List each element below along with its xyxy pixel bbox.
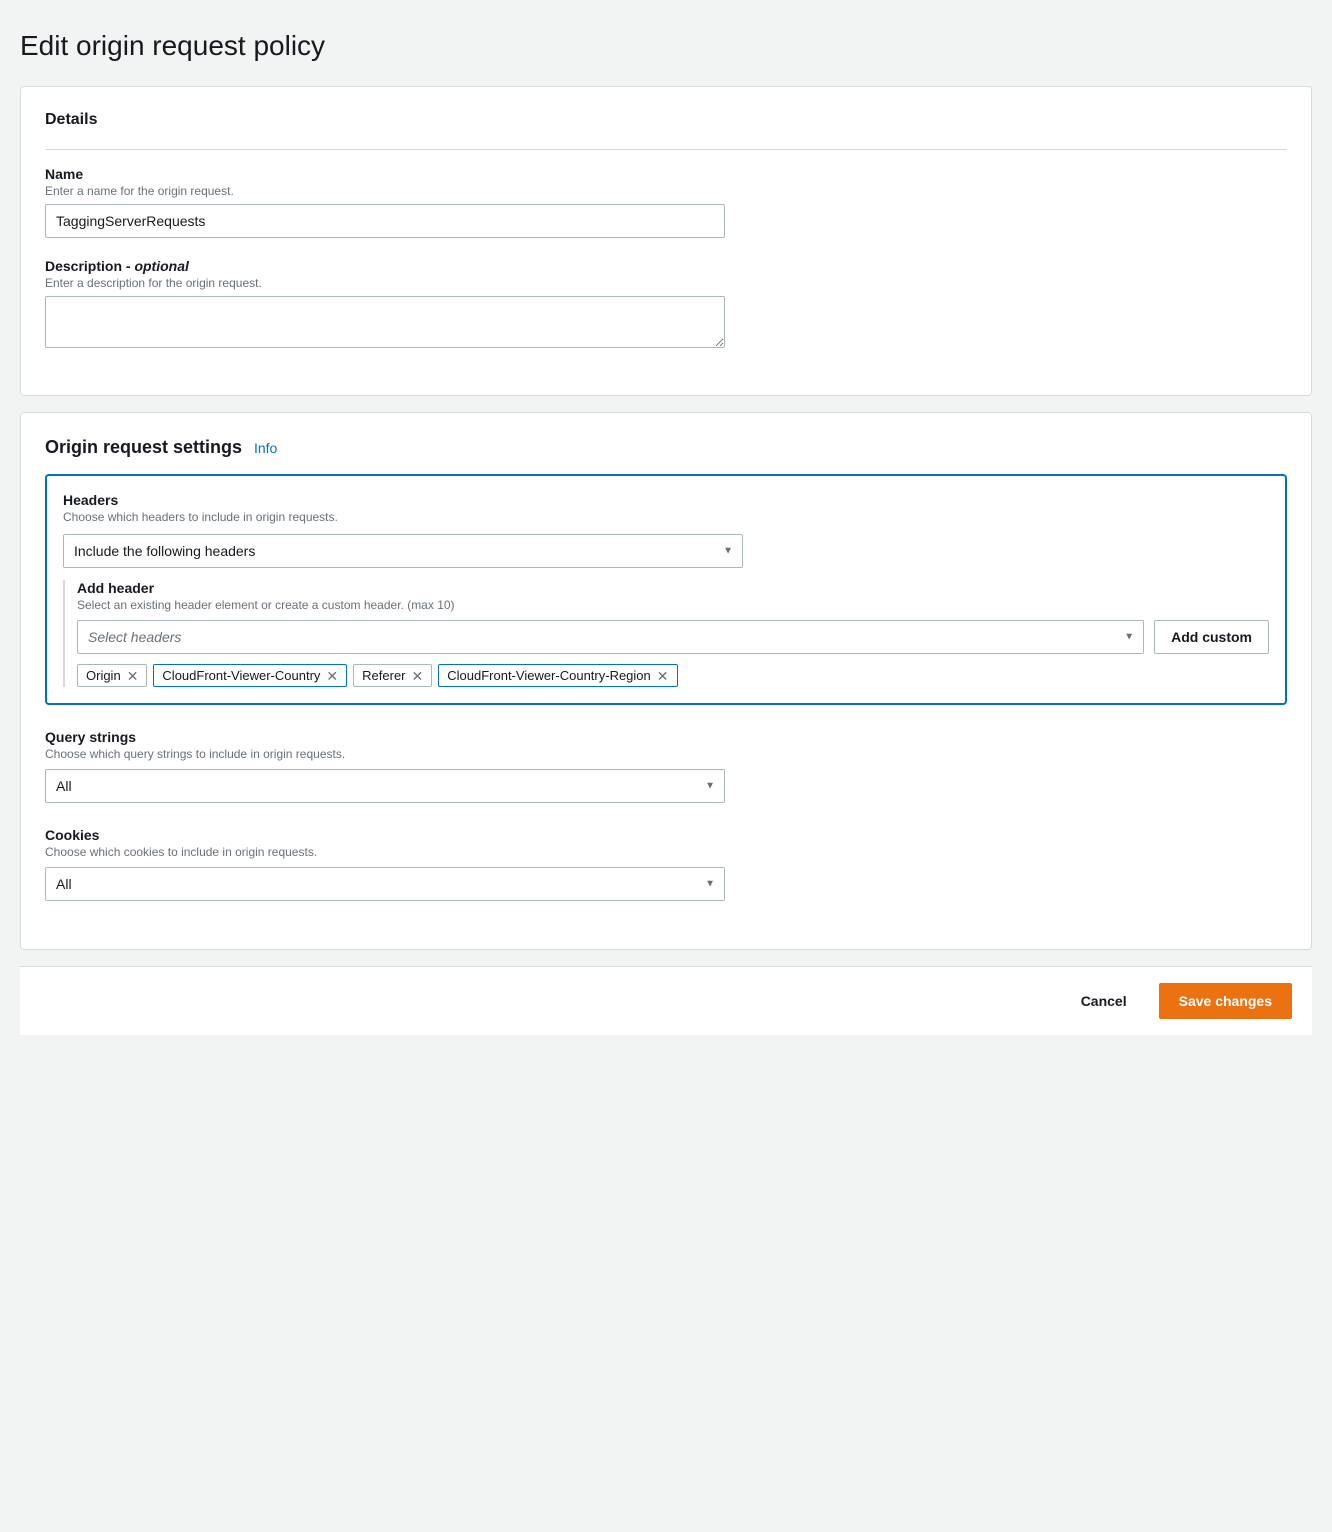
settings-card-header: Origin request settings Info: [45, 437, 1287, 458]
page-title: Edit origin request policy: [20, 30, 1312, 62]
headers-dropdown[interactable]: None All viewer headers Include the foll…: [63, 534, 743, 568]
name-input[interactable]: [45, 204, 725, 238]
tag-cloudfront-viewer-country-label: CloudFront-Viewer-Country: [162, 668, 320, 683]
headers-dropdown-wrapper[interactable]: None All viewer headers Include the foll…: [63, 534, 743, 568]
add-header-title: Add header: [77, 580, 1269, 596]
name-label: Name: [45, 166, 1287, 182]
cookies-dropdown-wrapper[interactable]: None All Include the following cookies ▼: [45, 867, 725, 901]
info-link[interactable]: Info: [254, 440, 277, 456]
footer-bar: Cancel Save changes: [20, 966, 1312, 1035]
name-form-group: Name Enter a name for the origin request…: [45, 166, 1287, 238]
tag-referer-remove[interactable]: ✕: [412, 669, 424, 683]
add-header-section: Add header Select an existing header ele…: [63, 580, 1269, 687]
settings-card-title: Origin request settings: [45, 437, 242, 457]
select-headers-dropdown[interactable]: Select headers: [77, 620, 1144, 654]
tag-origin-label: Origin: [86, 668, 121, 683]
tag-referer: Referer ✕: [353, 664, 432, 687]
tag-cloudfront-viewer-country-region-label: CloudFront-Viewer-Country-Region: [447, 668, 651, 683]
description-input[interactable]: [45, 296, 725, 348]
tag-origin: Origin ✕: [77, 664, 147, 687]
description-label: Description - optional: [45, 258, 1287, 274]
tag-cloudfront-viewer-country: CloudFront-Viewer-Country ✕: [153, 664, 347, 687]
headers-hint: Choose which headers to include in origi…: [63, 510, 1269, 524]
settings-card: Origin request settings Info Headers Cho…: [20, 412, 1312, 950]
query-strings-dropdown[interactable]: None All Include the following query str…: [45, 769, 725, 803]
details-card-title: Details: [45, 111, 1287, 129]
add-header-row: Select headers ▼ Add custom: [77, 620, 1269, 654]
headers-label: Headers: [63, 492, 1269, 508]
add-header-hint: Select an existing header element or cre…: [77, 598, 1269, 612]
description-hint: Enter a description for the origin reque…: [45, 276, 1287, 290]
cancel-button[interactable]: Cancel: [1065, 985, 1143, 1017]
tag-origin-remove[interactable]: ✕: [127, 669, 139, 683]
headers-box: Headers Choose which headers to include …: [45, 474, 1287, 705]
cookies-dropdown[interactable]: None All Include the following cookies: [45, 867, 725, 901]
tag-cloudfront-viewer-country-region: CloudFront-Viewer-Country-Region ✕: [438, 664, 677, 687]
details-card: Details Name Enter a name for the origin…: [20, 86, 1312, 396]
cookies-hint: Choose which cookies to include in origi…: [45, 845, 1287, 859]
tag-referer-label: Referer: [362, 668, 405, 683]
tags-container: Origin ✕ CloudFront-Viewer-Country ✕ Ref…: [77, 664, 1269, 687]
cookies-label: Cookies: [45, 827, 1287, 843]
query-strings-hint: Choose which query strings to include in…: [45, 747, 1287, 761]
add-custom-button[interactable]: Add custom: [1154, 620, 1269, 654]
query-strings-dropdown-wrapper[interactable]: None All Include the following query str…: [45, 769, 725, 803]
query-strings-label: Query strings: [45, 729, 1287, 745]
description-form-group: Description - optional Enter a descripti…: [45, 258, 1287, 351]
cookies-section: Cookies Choose which cookies to include …: [45, 827, 1287, 901]
name-hint: Enter a name for the origin request.: [45, 184, 1287, 198]
save-button[interactable]: Save changes: [1159, 983, 1292, 1019]
query-strings-section: Query strings Choose which query strings…: [45, 729, 1287, 803]
tag-cloudfront-viewer-country-remove[interactable]: ✕: [326, 669, 338, 683]
tag-cloudfront-viewer-country-region-remove[interactable]: ✕: [657, 669, 669, 683]
select-headers-wrapper[interactable]: Select headers ▼: [77, 620, 1144, 654]
divider: [45, 149, 1287, 150]
